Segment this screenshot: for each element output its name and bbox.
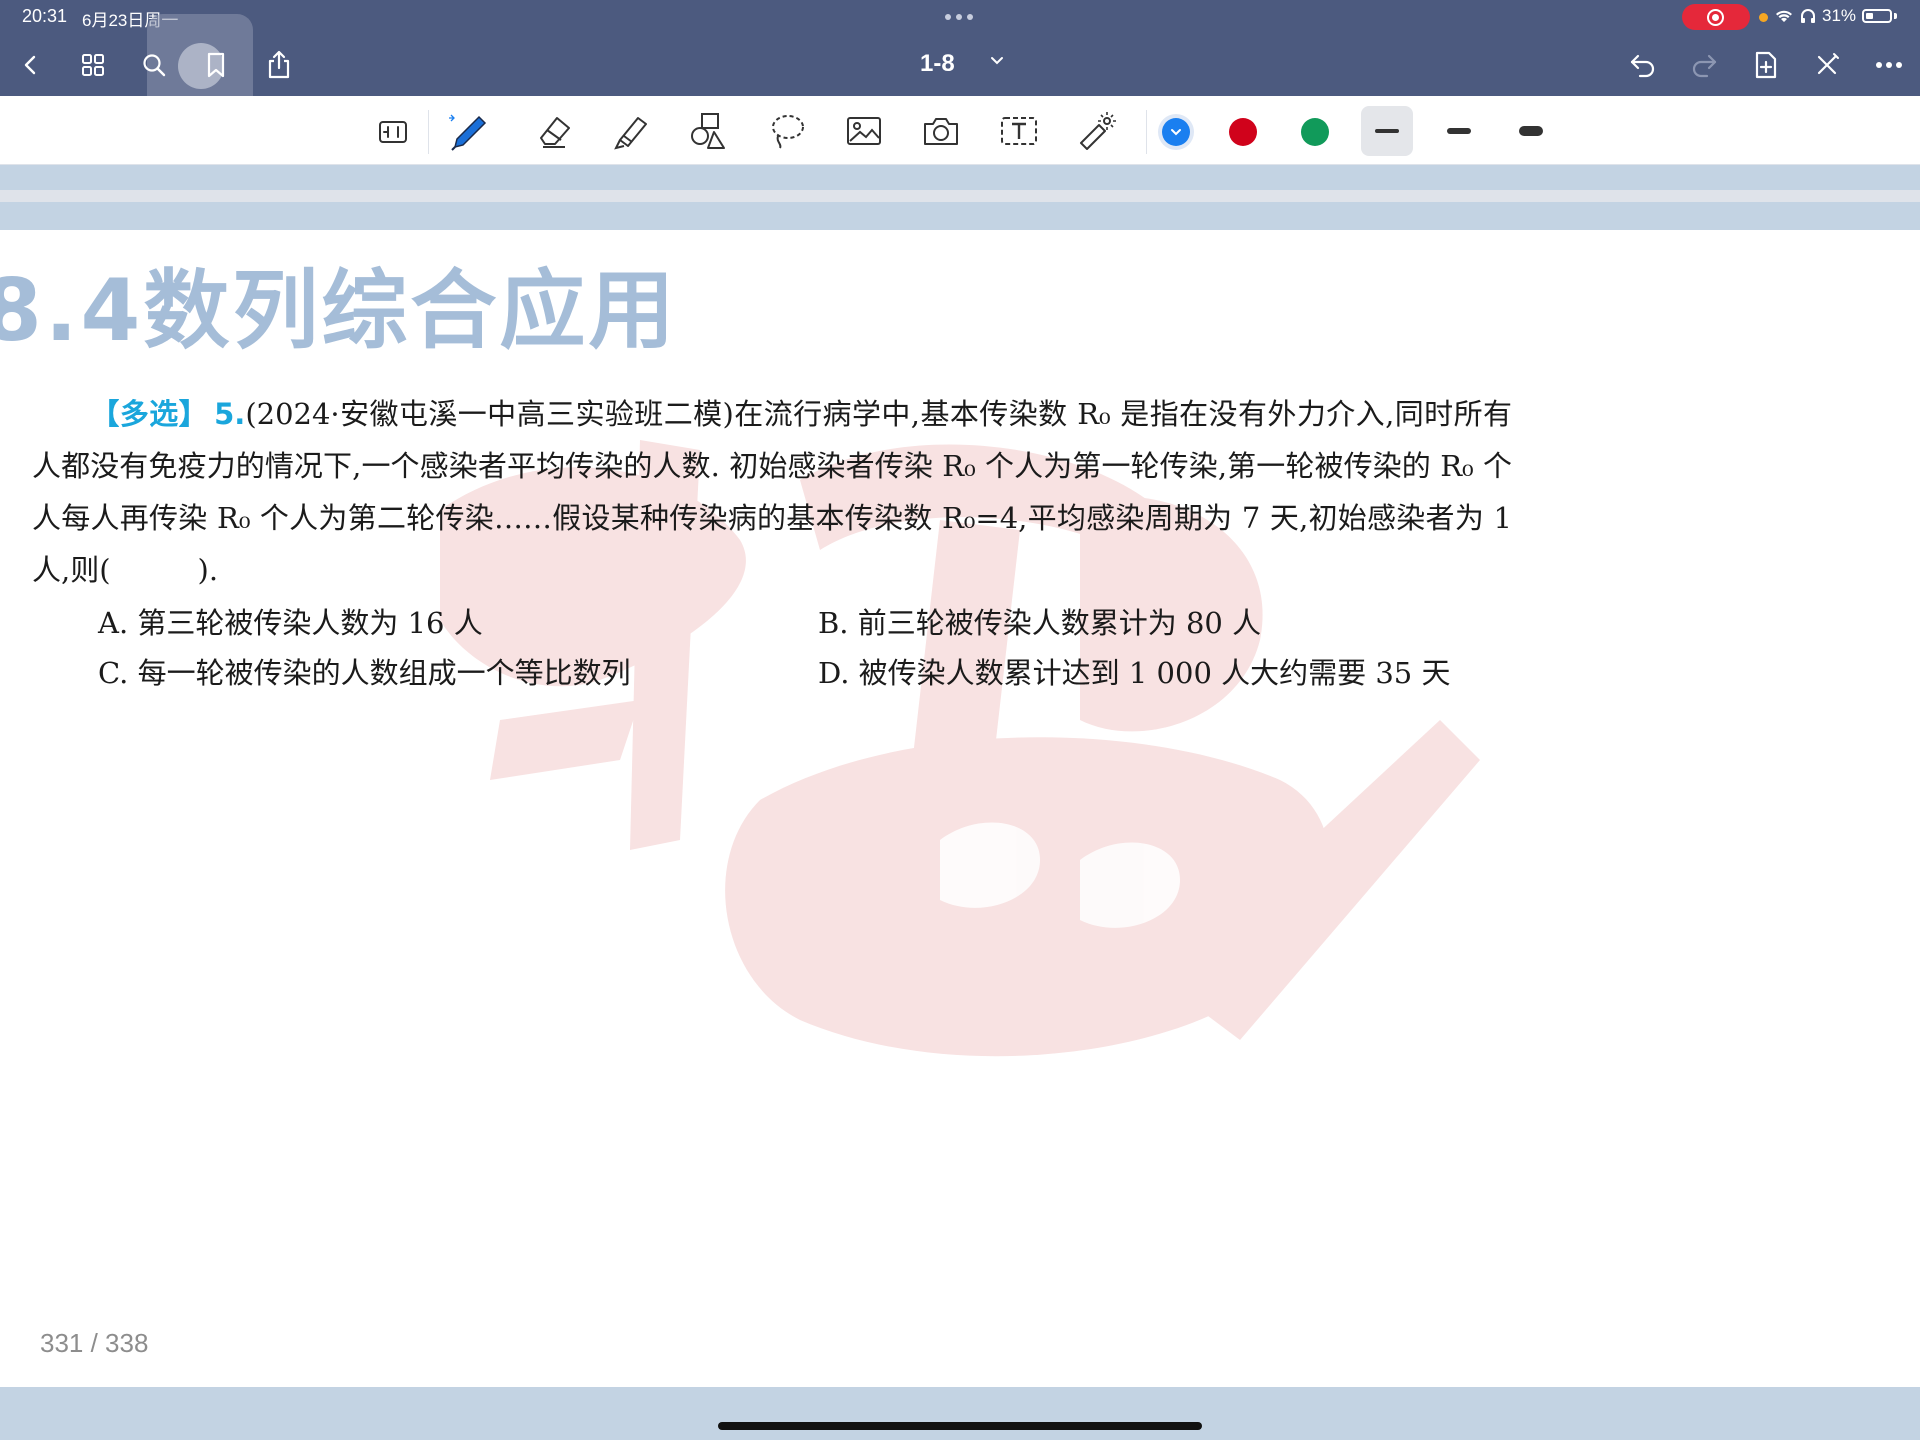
shapes-tool[interactable] <box>686 108 732 154</box>
read-mode-tool[interactable] <box>370 108 416 154</box>
laser-pointer-icon <box>1080 112 1116 150</box>
search-icon <box>143 54 166 77</box>
pen-icon <box>449 114 487 151</box>
close-icon <box>1817 53 1839 75</box>
more-icon <box>1876 62 1902 68</box>
image-tool[interactable] <box>841 108 887 154</box>
camera-icon <box>924 118 958 145</box>
color-swatch-blue[interactable] <box>1162 118 1190 146</box>
option-c: C. 每一轮被传染的人数组成一个等比数列 <box>98 656 631 690</box>
stroke-width-thick[interactable] <box>1505 106 1557 156</box>
question-body: (2024·安徽屯溪一中高三实验班二模)在流行病学中,基本传染数 R₀ 是指在没… <box>32 397 1512 587</box>
image-icon <box>847 117 881 145</box>
add-page-button[interactable] <box>1745 44 1787 86</box>
chevron-down-icon <box>1171 129 1181 136</box>
home-indicator[interactable] <box>718 1422 1202 1430</box>
wifi-icon <box>1776 10 1792 22</box>
text-tool[interactable] <box>996 108 1042 154</box>
undo-icon <box>1630 54 1655 78</box>
grid-button[interactable] <box>72 44 114 86</box>
text-icon <box>1001 117 1037 145</box>
redo-icon <box>1692 54 1717 78</box>
bookmark-icon <box>207 52 225 78</box>
nav-bar: 1-8 <box>0 14 1920 118</box>
battery-percent: 31% <box>1822 6 1857 25</box>
battery-icon <box>1862 9 1893 23</box>
laser-pointer-tool[interactable] <box>1074 108 1120 154</box>
highlighter-tool[interactable] <box>608 108 654 154</box>
mic-in-use-indicator <box>1759 13 1768 22</box>
color-swatch-red[interactable] <box>1229 118 1257 146</box>
share-button[interactable] <box>258 44 300 86</box>
highlighter-icon <box>614 117 647 150</box>
shapes-icon <box>691 113 725 149</box>
status-bar: 20:31 6月23日周一 31% <box>0 0 1920 34</box>
add-page-icon <box>1755 51 1777 79</box>
chevron-down-icon[interactable] <box>990 56 1004 66</box>
pdf-page[interactable]: 8.4数列综合应用 【多选】 5.(2024·安徽屯溪一中高三实验班二模)在流行病… <box>0 230 1920 1387</box>
more-button[interactable] <box>1868 44 1910 86</box>
option-d: D. 被传染人数累计达到 1 000 人大约需要 35 天 <box>818 656 1451 690</box>
screen-record-indicator[interactable] <box>1682 4 1750 30</box>
multitask-handle[interactable] <box>945 14 973 20</box>
bookmark-button[interactable] <box>195 44 237 86</box>
read-mode-icon <box>379 121 407 143</box>
stroke-width-thin[interactable] <box>1361 106 1413 156</box>
question-number: 5. <box>214 397 246 431</box>
page-indicator: 331 / 338 <box>40 1328 149 1358</box>
lasso-tool[interactable] <box>764 108 810 154</box>
lasso-icon <box>772 115 804 149</box>
search-button[interactable] <box>133 44 175 86</box>
back-icon <box>24 55 36 75</box>
option-a: A. 第三轮被传染人数为 16 人 <box>98 606 483 640</box>
option-b: B. 前三轮被传染人数累计为 80 人 <box>818 606 1262 640</box>
grid-icon <box>82 54 104 76</box>
pen-tool[interactable] <box>446 108 492 154</box>
redo-button[interactable] <box>1683 44 1725 86</box>
headphones-icon <box>1801 9 1815 23</box>
annotation-toolbar <box>0 96 1920 165</box>
color-swatch-green[interactable] <box>1301 118 1329 146</box>
status-time: 20:31 <box>22 6 68 26</box>
camera-tool[interactable] <box>918 108 964 154</box>
share-icon <box>268 50 290 79</box>
stroke-width-medium[interactable] <box>1433 106 1485 156</box>
previous-page-edge <box>0 190 1920 202</box>
eraser-tool[interactable] <box>531 108 577 154</box>
section-heading: 8.4数列综合应用 <box>0 261 678 361</box>
back-button[interactable] <box>10 44 52 86</box>
status-icons: 31% <box>1774 6 1898 26</box>
undo-button[interactable] <box>1622 44 1664 86</box>
question-tag: 【多选】 <box>90 397 209 431</box>
close-tools-button[interactable] <box>1806 44 1848 86</box>
document-title-button[interactable]: 1-8 <box>920 50 955 78</box>
eraser-icon <box>540 117 570 148</box>
question-text: 【多选】 5.(2024·安徽屯溪一中高三实验班二模)在流行病学中,基本传染数 R… <box>32 388 1512 596</box>
